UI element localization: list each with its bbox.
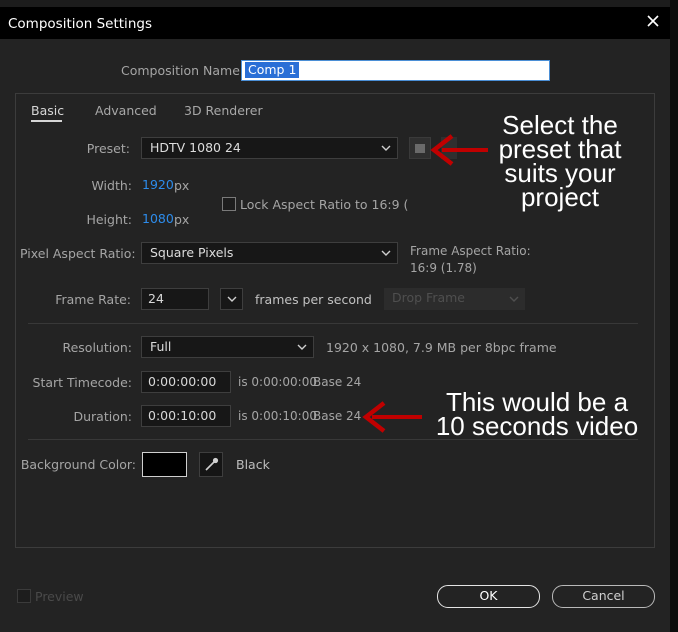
pixel-aspect-select[interactable]: Square Pixels xyxy=(141,242,398,264)
cancel-button[interactable]: Cancel xyxy=(552,585,655,608)
duration-annotation: This would be a 10 seconds video xyxy=(426,389,648,441)
start-timecode-label: Start Timecode: xyxy=(32,375,132,390)
start-timecode-input[interactable]: 0:00:00:00 xyxy=(141,371,231,393)
drop-frame-value: Drop Frame xyxy=(392,290,465,305)
tab-basic[interactable]: Basic xyxy=(31,103,64,118)
save-icon xyxy=(415,144,425,153)
eyedropper-icon xyxy=(205,457,219,471)
pixel-aspect-label: Pixel Aspect Ratio: xyxy=(20,246,136,261)
preview-checkbox[interactable] xyxy=(17,589,31,603)
drop-frame-select: Drop Frame xyxy=(384,288,525,310)
lock-aspect-label: Lock Aspect Ratio to 16:9 (1.78) xyxy=(240,197,408,212)
start-timecode-base: Base 24 xyxy=(313,375,362,389)
background-color-label: Background Color: xyxy=(20,457,136,472)
arrow-left-icon xyxy=(362,401,422,433)
window-title: Composition Settings xyxy=(8,16,152,32)
chevron-down-icon xyxy=(297,344,307,350)
start-timecode-is: is 0:00:00:00 xyxy=(238,375,317,389)
frame-rate-input[interactable]: 24 xyxy=(141,288,209,310)
section-divider xyxy=(28,323,638,324)
duration-input[interactable]: 0:00:10:00 xyxy=(141,405,231,427)
tab-advanced[interactable]: Advanced xyxy=(95,103,157,118)
ok-button[interactable]: OK xyxy=(437,585,540,608)
tab-3d-renderer[interactable]: 3D Renderer xyxy=(184,103,263,118)
height-unit: px xyxy=(174,212,190,227)
background-color-swatch[interactable] xyxy=(142,452,187,477)
close-icon[interactable] xyxy=(645,13,661,29)
preview-label: Preview xyxy=(35,589,84,604)
height-value[interactable]: 1080 xyxy=(142,211,174,226)
pixel-aspect-value: Square Pixels xyxy=(150,245,234,260)
eyedropper-button[interactable] xyxy=(199,452,223,477)
window-edge xyxy=(670,0,678,632)
frame-aspect-label: Frame Aspect Ratio: xyxy=(410,244,531,258)
resolution-label: Resolution: xyxy=(62,340,132,355)
annotation-line: 10 seconds video xyxy=(435,411,639,441)
frame-aspect-value: 16:9 (1.78) xyxy=(410,261,477,275)
background-color-name: Black xyxy=(236,457,270,472)
height-label: Height: xyxy=(86,212,132,227)
chevron-down-icon xyxy=(227,296,237,302)
frame-rate-unit: frames per second xyxy=(255,292,372,307)
lock-aspect-checkbox[interactable] xyxy=(222,197,236,211)
duration-is: is 0:00:10:00 xyxy=(238,409,317,423)
active-tab-indicator xyxy=(31,120,62,122)
preset-label: Preset: xyxy=(86,141,130,156)
width-unit: px xyxy=(174,178,190,193)
arrow-left-icon xyxy=(430,134,488,166)
chevron-down-icon xyxy=(509,296,519,302)
resolution-select[interactable]: Full xyxy=(141,336,314,358)
duration-label: Duration: xyxy=(73,409,132,424)
resolution-info: 1920 x 1080, 7.9 MB per 8bpc frame xyxy=(326,340,557,355)
width-label: Width: xyxy=(91,178,132,193)
preset-select[interactable]: HDTV 1080 24 xyxy=(141,137,398,159)
frame-rate-label: Frame Rate: xyxy=(55,292,131,307)
preset-value: HDTV 1080 24 xyxy=(150,140,241,155)
resolution-value: Full xyxy=(150,339,172,354)
frame-rate-dropdown[interactable] xyxy=(220,288,243,310)
chevron-down-icon xyxy=(381,145,391,151)
duration-base: Base 24 xyxy=(313,409,362,423)
comp-name-label: Composition Name: xyxy=(121,63,245,78)
comp-name-input[interactable]: Comp 1 xyxy=(241,60,550,81)
chevron-down-icon xyxy=(381,250,391,256)
width-value[interactable]: 1920 xyxy=(142,177,174,192)
comp-name-value: Comp 1 xyxy=(245,62,300,78)
preset-annotation: Select the preset that suits your projec… xyxy=(482,112,638,212)
annotation-line: project xyxy=(520,182,600,212)
